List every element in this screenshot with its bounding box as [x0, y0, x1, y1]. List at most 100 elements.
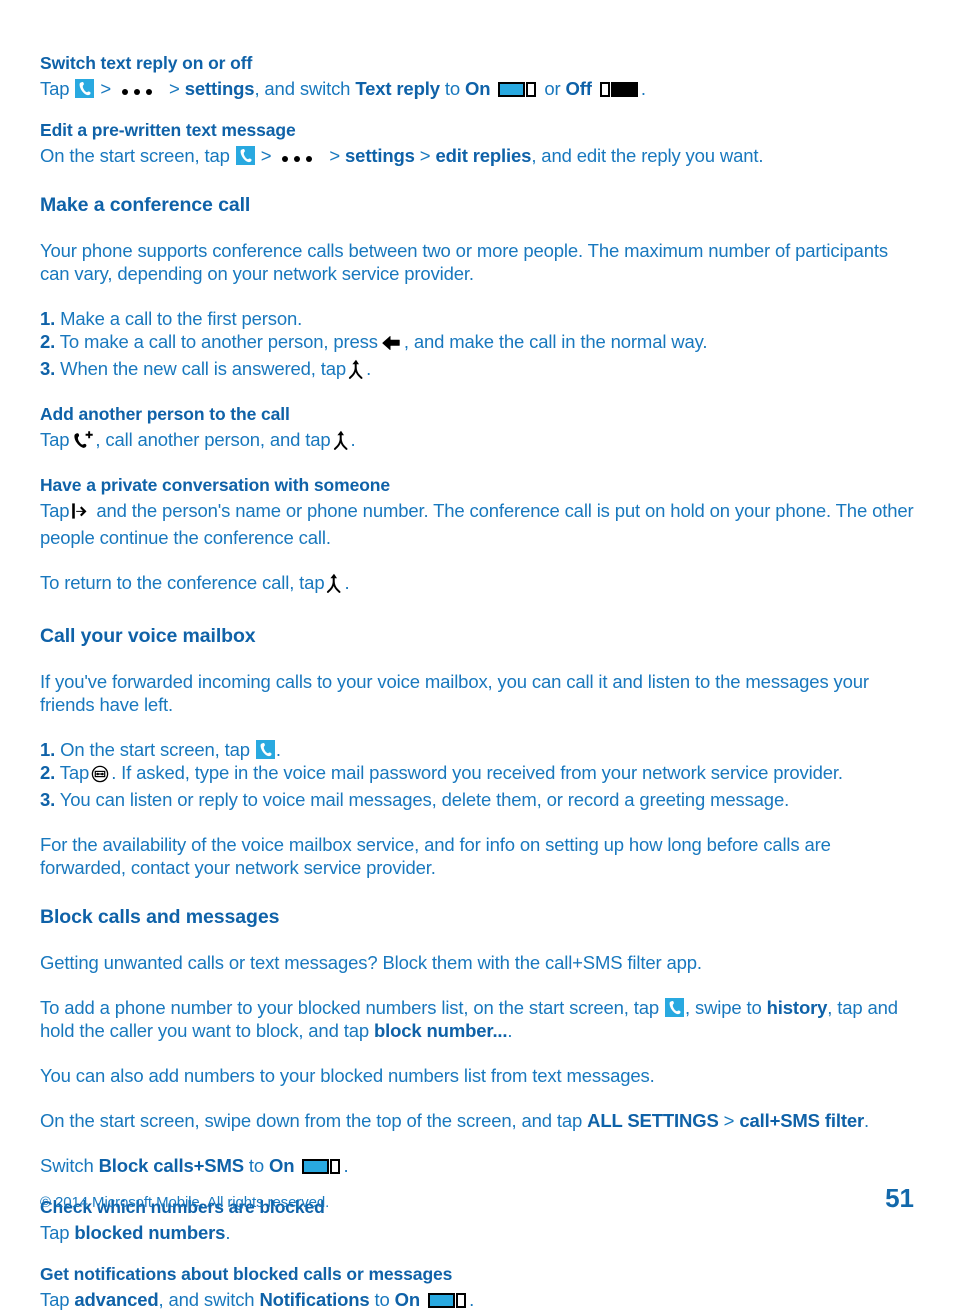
toggle-off-icon — [599, 81, 638, 98]
section-intro: Getting unwanted calls or text messages?… — [40, 952, 702, 973]
step-number: 2. — [40, 331, 56, 352]
tap-label: Tap — [40, 429, 70, 450]
phone-tile-icon — [665, 998, 684, 1017]
blocked-numbers-label: blocked numbers — [74, 1222, 226, 1243]
lead-text: On the start screen, tap — [40, 145, 230, 166]
and-switch-text: , and switch — [158, 1289, 255, 1310]
copyright-notice: © 2014 Microsoft Mobile. All rights rese… — [40, 1194, 330, 1211]
on-label: On — [394, 1289, 421, 1310]
end-period: . — [343, 1155, 349, 1176]
merge-calls-icon — [333, 430, 349, 454]
section-add-person: Add another person to the call Tap , call… — [40, 403, 914, 455]
more-options-icon — [119, 80, 161, 99]
step-number: 3. — [40, 358, 56, 379]
settings-label: settings — [184, 78, 255, 99]
merge-calls-icon — [348, 359, 364, 383]
step-text: You can listen or reply to voice mail me… — [59, 789, 790, 810]
section-conference-call: Make a conference call Your phone suppor… — [40, 193, 914, 384]
end-period: . — [225, 1222, 231, 1243]
instruction-line: Tap blocked numbers. — [40, 1221, 914, 1244]
instruction-line: Tap > > settings, and switch Text reply … — [40, 77, 914, 100]
more-options-icon — [279, 147, 321, 166]
manual-page: Switch text reply on or off Tap > > sett… — [0, 0, 954, 1310]
advanced-label: advanced — [74, 1289, 159, 1310]
step-text: On the start screen, tap — [60, 739, 250, 760]
chevron-separator: > — [260, 145, 272, 166]
instruction-line: Tap , call another person, and tap. — [40, 428, 914, 455]
end-period: . — [864, 1110, 870, 1131]
instruction-line: Tap and the person's name or phone numbe… — [40, 499, 914, 549]
to-label: to — [444, 78, 460, 99]
list-item: 3. When the new call is answered, tap. — [40, 357, 914, 384]
history-label: history — [766, 997, 828, 1018]
block-number-label: block number... — [373, 1020, 508, 1041]
tap-label: Tap — [40, 1289, 70, 1310]
phone-tile-icon — [75, 79, 95, 98]
notifications-label: Notifications — [259, 1289, 370, 1310]
step-number: 2. — [40, 762, 56, 783]
settings-path-instruction: On the start screen, swipe down from the… — [40, 1109, 914, 1132]
chevron-separator-3: > — [419, 145, 431, 166]
section-heading: Add another person to the call — [40, 404, 290, 424]
step-text: Tap — [59, 762, 90, 783]
add-number-instruction: To add a phone number to your blocked nu… — [40, 996, 914, 1042]
edit-replies-label: edit replies — [435, 145, 532, 166]
merge-calls-icon — [326, 573, 342, 597]
to-label: to — [374, 1289, 390, 1310]
settings-lead-text: On the start screen, swipe down from the… — [40, 1110, 583, 1131]
step-text-after: . — [275, 739, 281, 760]
step-text-after: . — [366, 358, 372, 379]
switch-label: Switch — [40, 1155, 94, 1176]
chevron-separator-2: > — [329, 145, 341, 166]
step-number: 3. — [40, 789, 56, 810]
chevron-separator-2: > — [169, 78, 180, 99]
end-period: . — [507, 1020, 513, 1041]
body-text: and the person's name or phone number. T… — [40, 500, 914, 548]
toggle-on-icon — [302, 1158, 341, 1175]
add-call-icon — [71, 431, 94, 454]
list-item: 3. You can listen or reply to voice mail… — [40, 788, 914, 811]
also-add-text: You can also add numbers to your blocked… — [40, 1065, 655, 1086]
end-period: . — [344, 572, 350, 593]
all-settings-label: ALL SETTINGS — [587, 1110, 719, 1131]
step-number: 1. — [40, 308, 56, 329]
tap-label: Tap — [40, 1222, 70, 1243]
steps-list: 1. On the start screen, tap . 2. Tap . If… — [40, 738, 914, 811]
instruction-line: Tap advanced, and switch Notifications t… — [40, 1288, 914, 1311]
section-intro: Your phone supports conference calls bet… — [40, 240, 888, 284]
section-heading: Have a private conversation with someone — [40, 475, 391, 495]
section-block-calls: Block calls and messages Getting unwante… — [40, 905, 914, 1177]
end-period: . — [640, 78, 646, 99]
voicemail-icon — [91, 765, 109, 787]
section-heading: Edit a pre-written text message — [40, 120, 296, 140]
steps-list: 1. Make a call to the first person. 2. T… — [40, 307, 914, 384]
section-edit-prewritten: Edit a pre-written text message On the s… — [40, 119, 914, 167]
callsms-filter-label: call+SMS filter — [739, 1110, 865, 1131]
tap-label: Tap — [40, 78, 70, 99]
section-get-notifications: Get notifications about blocked calls or… — [40, 1263, 914, 1311]
swipe-to-text: , swipe to — [685, 997, 762, 1018]
section-voice-mailbox: Call your voice mailbox If you've forwar… — [40, 624, 914, 879]
end-period: . — [469, 1289, 475, 1310]
list-item: 2. To make a call to another person, pre… — [40, 330, 914, 357]
step-text: Make a call to the first person. — [60, 308, 303, 329]
off-label: Off — [565, 78, 592, 99]
phone-tile-icon — [255, 740, 275, 759]
toggle-on-icon — [498, 81, 537, 98]
back-arrow-icon — [380, 335, 402, 356]
list-item: 1. On the start screen, tap . — [40, 738, 914, 761]
text-reply-label: Text reply — [355, 78, 440, 99]
step-text-after: . If asked, type in the voice mail passw… — [111, 762, 843, 783]
tap-label: Tap — [40, 500, 70, 521]
return-text: To return to the conference call, tap — [40, 572, 325, 593]
or-label: or — [544, 78, 561, 99]
section-switch-text-reply: Switch text reply on or off Tap > > sett… — [40, 52, 914, 100]
end-period: . — [350, 429, 356, 450]
and-switch-text: , and switch — [254, 78, 351, 99]
block-callsms-label: Block calls+SMS — [98, 1155, 244, 1176]
on-label: On — [465, 78, 491, 99]
step-text: When the new call is answered, tap — [60, 358, 347, 379]
section-intro: If you've forwarded incoming calls to yo… — [40, 671, 869, 715]
toggle-on-icon — [428, 1292, 467, 1309]
step-number: 1. — [40, 739, 56, 760]
